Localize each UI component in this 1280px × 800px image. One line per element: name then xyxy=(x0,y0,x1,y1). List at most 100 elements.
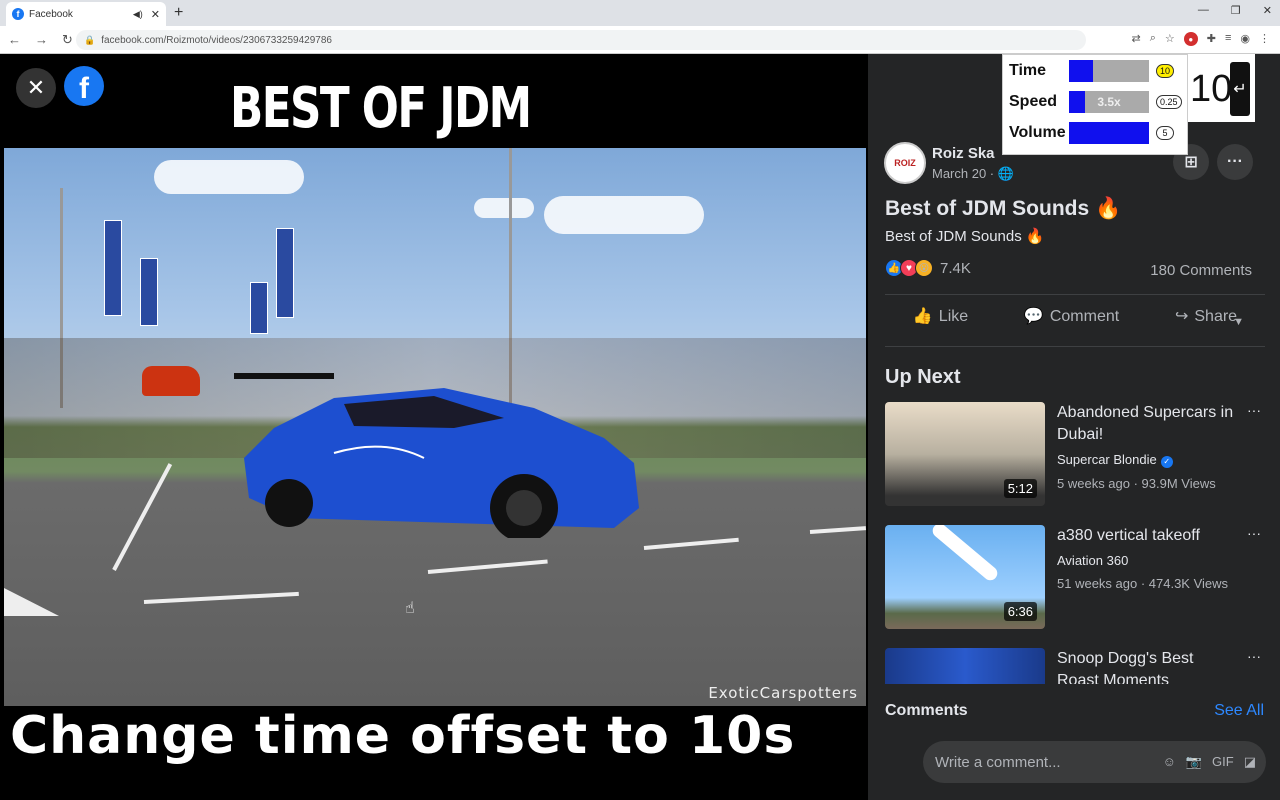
sticker-icon[interactable]: ◪ xyxy=(1244,754,1256,770)
road-marking xyxy=(643,537,739,550)
comment-input[interactable]: Write a comment... ☺ 📷 GIF ◪ xyxy=(923,741,1266,783)
airplane xyxy=(929,525,1001,584)
more-options-icon[interactable]: ··· xyxy=(1247,648,1261,664)
facebook-logo-icon[interactable]: f xyxy=(64,66,104,106)
thumbs-up-icon: 👍 xyxy=(912,308,933,325)
reactions-summary[interactable]: 👍 ♥ 😮 7.4K xyxy=(885,259,971,277)
up-next-title: Up Next xyxy=(885,366,961,388)
comments-label: Comments xyxy=(885,702,968,719)
tab-title: Facebook xyxy=(29,8,73,20)
road-marking xyxy=(427,559,548,574)
translate-icon[interactable]: ⇄ xyxy=(1131,32,1140,46)
video-thumbnail[interactable]: 5:12 xyxy=(885,402,1045,506)
time-badge[interactable]: 10 xyxy=(1156,64,1175,78)
channel-name[interactable]: Aviation 360 xyxy=(1057,553,1128,568)
back-icon[interactable]: ← xyxy=(8,32,21,48)
profile-icon[interactable]: ◉ xyxy=(1240,32,1250,46)
video-title[interactable]: Abandoned Supercars in Dubai! xyxy=(1057,402,1237,446)
globe-icon: 🌐 xyxy=(997,165,1014,181)
volume-badge[interactable]: 5 xyxy=(1156,126,1174,140)
time-slider[interactable] xyxy=(1069,60,1149,82)
new-tab-button[interactable]: + xyxy=(174,4,183,22)
share-arrow-icon: ↪ xyxy=(1174,308,1189,325)
like-button[interactable]: 👍 Like xyxy=(913,306,968,326)
video-frame: ExoticCarspotters xyxy=(4,148,866,706)
video-title[interactable]: a380 vertical takeoff xyxy=(1057,525,1237,547)
avatar[interactable]: ROIZ xyxy=(884,142,926,184)
speech-bubble-icon: 💬 xyxy=(1023,308,1044,325)
road-marking xyxy=(112,463,173,571)
more-options-icon[interactable]: ··· xyxy=(1247,402,1261,418)
video-meta: 51 weeks ago · 474.3K Views xyxy=(1057,576,1229,591)
post-author: ROIZ Roiz Ska March 20 · 🌐 xyxy=(884,142,1014,184)
media-queue-icon[interactable]: ≡ xyxy=(1225,32,1231,46)
restore-button[interactable]: ❐ xyxy=(1231,4,1241,17)
up-next-item[interactable]: 6:36 a380 vertical takeoff Aviation 360 … xyxy=(885,525,1265,629)
zoom-icon[interactable]: ⌕ xyxy=(1150,32,1156,46)
minimize-button[interactable]: — xyxy=(1198,4,1209,17)
flag-banner xyxy=(250,282,268,334)
volume-label: Volume xyxy=(1009,124,1066,141)
speed-badge[interactable]: 0.25 xyxy=(1156,95,1182,109)
facebook-favicon-icon: f xyxy=(12,8,24,20)
comments-count[interactable]: 180 Comments xyxy=(1150,262,1252,279)
menu-kebab-icon[interactable]: ⋮ xyxy=(1259,32,1270,46)
post-title: Best of JDM Sounds 🔥 xyxy=(885,197,1122,220)
video-thumbnail[interactable]: 6:36 xyxy=(885,525,1045,629)
extension-red-icon[interactable]: ● xyxy=(1183,32,1198,46)
up-next-item[interactable]: 5:12 Abandoned Supercars in Dubai! Super… xyxy=(885,402,1265,506)
volume-slider[interactable] xyxy=(1069,122,1149,144)
enter-key-icon: ↵ xyxy=(1230,62,1250,116)
share-button[interactable]: ↪ Share xyxy=(1175,306,1237,326)
cloud xyxy=(154,160,304,194)
divider xyxy=(885,346,1265,347)
more-options-icon[interactable]: ··· xyxy=(1247,525,1261,541)
channel-name[interactable]: Supercar Blondie ✓ xyxy=(1057,452,1173,468)
gif-icon[interactable]: GIF xyxy=(1212,754,1234,770)
volume-row: Volume 5 xyxy=(1009,122,1174,144)
close-video-button[interactable]: ✕ xyxy=(16,68,56,108)
flag-banner xyxy=(276,228,294,318)
time-row: Time 10 xyxy=(1009,60,1175,82)
video-player[interactable]: ✕ f BEST OF JDM SOUNDS ExoticCarspotters xyxy=(0,54,868,800)
video-duration: 6:36 xyxy=(1003,602,1037,621)
puzzle-icon[interactable]: ✚ xyxy=(1207,32,1216,46)
mouse-cursor-icon: ☝ xyxy=(405,600,415,617)
camera-icon[interactable]: 📷 xyxy=(1186,754,1202,770)
video-thumbnail[interactable] xyxy=(885,648,1045,684)
divider xyxy=(885,294,1265,295)
window-close-button[interactable]: ✕ xyxy=(1263,4,1272,17)
time-label: Time xyxy=(1009,62,1047,79)
bookmark-star-icon[interactable]: ☆ xyxy=(1165,32,1175,46)
nav-buttons: ← → ↻ xyxy=(8,32,73,48)
tab-bar: f Facebook ◀) ✕ + — ❐ ✕ xyxy=(0,0,1280,26)
speed-control-overlay: Time 10 Speed 3.5x 0.25 Volume 5 xyxy=(1002,54,1188,155)
watermark-text: ExoticCarspotters xyxy=(708,684,858,702)
post-description: Best of JDM Sounds 🔥 xyxy=(885,228,1045,245)
tab-close-icon[interactable]: ✕ xyxy=(151,8,160,21)
up-next-item[interactable]: Snoop Dogg's Best Roast Moments ··· xyxy=(885,648,1265,684)
comment-placeholder: Write a comment... xyxy=(935,753,1061,771)
window-controls: — ❐ ✕ xyxy=(1198,4,1272,17)
see-all-link[interactable]: See All xyxy=(1214,702,1264,720)
speed-slider[interactable]: 3.5x xyxy=(1069,91,1149,113)
tab-facebook[interactable]: f Facebook ◀) ✕ xyxy=(6,2,166,26)
video-caption: Change time offset to 10s xyxy=(10,706,796,766)
forward-icon[interactable]: → xyxy=(35,32,48,48)
road-marking xyxy=(143,591,299,604)
comment-button[interactable]: 💬 Comment xyxy=(1024,306,1119,326)
url-field[interactable]: 🔒 facebook.com/Roizmoto/videos/230673325… xyxy=(76,30,1086,50)
road-marking xyxy=(809,526,866,534)
video-title[interactable]: Snoop Dogg's Best Roast Moments xyxy=(1057,648,1237,684)
road-arrow xyxy=(4,588,59,616)
emoji-icon[interactable]: ☺ xyxy=(1163,754,1176,770)
reload-icon[interactable]: ↻ xyxy=(62,32,73,48)
more-options-button[interactable]: ··· xyxy=(1217,144,1253,180)
reactions-count: 7.4K xyxy=(940,259,971,277)
chevron-down-icon[interactable]: ▼ xyxy=(1233,316,1244,328)
lock-icon: 🔒 xyxy=(84,34,96,45)
speaker-icon[interactable]: ◀) xyxy=(133,9,143,20)
time-fill xyxy=(1069,60,1093,82)
address-bar-row: ← → ↻ 🔒 facebook.com/Roizmoto/videos/230… xyxy=(0,26,1280,54)
extensions-bar: ⇄ ⌕ ☆ ● ✚ ≡ ◉ ⋮ xyxy=(1131,32,1270,46)
